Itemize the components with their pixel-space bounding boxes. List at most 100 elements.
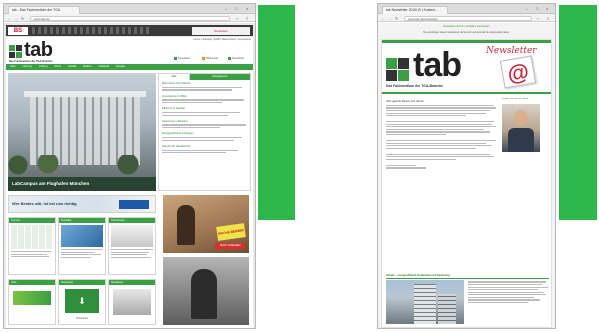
nav-item[interactable]: Energie [116,65,125,69]
logo-squares [386,58,410,82]
article-title[interactable]: Schule – energieeffizient für Neubau und… [386,274,549,277]
section-title: Fachwissen [111,219,125,222]
browser-tab[interactable]: tab Newsletter 2016/10 | Kostenl... [382,6,448,14]
nav-item[interactable]: Lüftung [39,65,48,69]
twitter-link[interactable]: Folgen Sie uns auf Twitter [502,98,548,101]
maximize-icon[interactable]: □ [235,6,237,11]
browser-tab-bar: tab Newsletter 2016/10 | Kostenl... – □ … [378,4,555,14]
banner-logo: BS [8,26,28,35]
person-shape [191,269,217,319]
star-icon[interactable]: ☆ [536,16,540,21]
utility-links[interactable]: Home | Sitemap | AGB | Datenschutz | Imp… [166,38,251,41]
newsletter-body: tab Das Fachmedium der TGA-Branche Newsl… [381,39,552,328]
news-item[interactable]: Sanierung im Bestand [162,120,247,129]
greeting: Sehr geehrte Damen und Herren, [386,100,425,103]
right-browser-window: tab Newsletter 2016/10 | Kostenl... – □ … [377,3,556,329]
main-nav: Start Heizung Lüftung Klima Sanitär Elek… [6,64,253,70]
green-accent-block-left [258,5,295,220]
section-title: Jobs [11,281,17,284]
top-ad-banner[interactable]: BS Neuheiten [6,25,253,36]
newsletter-header-links[interactable]: Newsletter-Archiv | Kontakt | Impressum [378,25,555,28]
section-title: Produkte [61,219,72,222]
article-text [468,280,548,305]
section-produkte: Produkte [58,217,106,275]
url-text: www.tab.de/newsletter [408,16,439,21]
address-bar: ← → ↻ www.tab.de ☆ ≡ [4,14,255,22]
article-block: Schule – energieeffizient für Neubau und… [386,274,549,326]
maximize-icon[interactable]: □ [536,6,538,11]
action-link-1[interactable]: Newsletter [178,57,190,60]
action-link-3[interactable]: Newsletter [232,57,244,60]
back-icon[interactable]: ← [7,16,11,21]
section-title: Termine [11,219,21,222]
promo-badge: MACHS BESSER [216,223,246,241]
logo-text: tab [24,39,53,61]
menu-icon[interactable]: ≡ [246,16,248,21]
widget-tab-popular[interactable]: Meistgelesen [190,74,250,80]
logo-squares [9,45,23,59]
calendar[interactable] [11,225,53,249]
news-item[interactable]: Innovationen im Blick [162,95,247,104]
close-icon[interactable]: × [246,6,248,11]
hero-caption-bar: LabCampus am Flughafen München [8,177,156,191]
news-item[interactable]: Mehr Raum fürs Wohnen [162,82,247,91]
news-item[interactable]: Effizienz im Neubau [162,107,247,116]
star-icon[interactable]: ☆ [235,16,239,21]
minimize-icon[interactable]: – [526,6,528,11]
section-fachwissen: Fachwissen [108,217,156,275]
minimize-icon[interactable]: – [225,6,227,11]
promo-image[interactable]: MACHS BESSER JETZT ANSEHEN [163,195,249,253]
download-icon: ⬇ [78,296,86,306]
forward-icon[interactable]: → [14,16,18,21]
banner-stripes [32,27,152,34]
article-image[interactable] [386,280,464,324]
nav-item[interactable]: Gebäude [98,65,109,69]
product-image[interactable] [61,225,103,247]
top-actions: Newsletter RSS-Feed Newsletter [174,57,252,62]
mail-icon[interactable] [228,57,231,60]
nav-item[interactable]: Sanitär [68,65,76,69]
url-input[interactable]: www.tab.de [30,15,230,21]
newsletter-icon[interactable] [174,57,177,60]
reload-icon[interactable]: ↻ [395,16,398,21]
mid-ad-banner[interactable]: Wer Bestes will, ist bei uns richtig [8,195,156,213]
jobs-logo[interactable] [13,291,51,305]
portrait-photo[interactable] [163,257,249,325]
page-body: Home | Sitemap | AGB | Datenschutz | Imp… [6,37,253,328]
intro-text [386,104,498,169]
url-text: www.tab.de [34,16,50,21]
close-icon[interactable]: × [546,6,548,11]
action-link-2[interactable]: RSS-Feed [206,57,218,60]
download-button[interactable]: ⬇ [65,289,99,313]
nav-item[interactable]: Heizung [22,65,32,69]
rss-icon[interactable] [202,57,205,60]
widget-tab-new[interactable]: Neu [159,74,190,80]
back-icon[interactable]: ← [381,16,385,21]
browser-tab[interactable]: tab - Das Fachmedium der TGA [8,6,80,14]
nav-item[interactable]: Elektro [83,65,91,69]
news-item[interactable]: Energieeffiziente Lösungen [162,132,247,141]
newsletter-image[interactable] [113,289,151,315]
url-input[interactable]: www.tab.de/newsletter [404,15,532,21]
newsletter-word: Newsletter [486,46,537,56]
left-browser-window: tab - Das Fachmedium der TGA – □ × ← → ↻… [3,3,256,329]
forward-icon[interactable]: → [388,16,392,21]
section-download: Download ⬇ Download [58,279,106,325]
mid-banner-logo [119,200,149,209]
nav-item[interactable]: Klima [55,65,62,69]
hero-caption[interactable]: LabCampus am Flughafen München [8,177,156,190]
section-title: Download [61,281,73,284]
hero-image[interactable]: LabCampus am Flughafen München [8,73,156,191]
newsletter-logo[interactable]: tab Das Fachmedium der TGA-Branche [386,48,486,90]
newsletter-intro: Sehr geehrte Damen und Herren, [386,100,498,170]
menu-icon[interactable]: ≡ [547,16,549,21]
reload-icon[interactable]: ↻ [21,16,24,21]
promo-button[interactable]: JETZT ANSEHEN [215,243,245,249]
nav-item[interactable]: Start [10,65,15,69]
editor-portrait [502,104,540,153]
news-item[interactable]: Zukunft der Haustechnik [162,145,247,154]
fachwissen-image[interactable] [111,225,153,247]
site-logo[interactable]: tab Das Fachmedium der TGA-Branche [9,39,69,65]
logo-tagline: Das Fachmedium der TGA-Branche [386,84,444,88]
newsletter-sidebar: Folgen Sie uns auf Twitter [502,98,548,153]
